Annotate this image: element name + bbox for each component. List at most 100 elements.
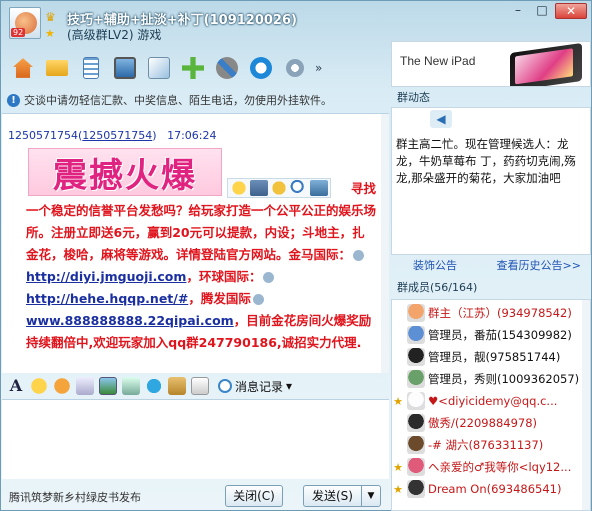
home-icon[interactable] xyxy=(9,54,37,82)
member-avatar[interactable] xyxy=(407,414,425,432)
app-icon[interactable] xyxy=(145,54,173,82)
message-input[interactable] xyxy=(2,399,389,479)
folder-icon[interactable] xyxy=(43,54,71,82)
chevron-down-icon: ▾ xyxy=(286,379,293,393)
input-toolbar: A 消息记录 ▾ xyxy=(3,375,389,397)
member-row[interactable]: 傲秀/(2209884978) xyxy=(392,412,582,434)
add-app-icon[interactable] xyxy=(179,54,207,82)
notice-links: 装饰公告 查看历史公告>> xyxy=(391,257,591,275)
ipad-ad-banner[interactable]: The New iPad xyxy=(391,41,591,87)
minimize-button[interactable]: – xyxy=(507,3,529,19)
dynamics-text: 群主高二忙。现在管理候选人：龙龙，牛奶草莓布 丁，药药切克闹,殇龙,那朵盛开的菊… xyxy=(396,137,576,185)
member-row[interactable]: 管理员，靓(975851744) xyxy=(392,346,582,368)
message-history-button[interactable]: 消息记录 ▾ xyxy=(218,378,292,395)
group-avatar[interactable]: 92 xyxy=(9,7,41,39)
member-avatar[interactable] xyxy=(407,326,425,344)
chat-scrollbar[interactable] xyxy=(381,114,389,373)
safety-notice: ! 交谈中请勿轻信汇款、中奖信息、陌生电话，勿使用外挂软件。 xyxy=(7,91,387,109)
info-icon: ! xyxy=(7,93,20,107)
shake-icon[interactable] xyxy=(76,377,94,395)
group-chat-window: 92 ♛ ★ 技巧+辅助+扯淡+补丁(109120026) (高级群LV2) 游… xyxy=(0,0,592,511)
message-body: 寻找 一个稳定的信誉平台发愁吗？给玩家打造一个公平公正的娱乐场所。注册立即送6元… xyxy=(26,181,376,354)
find-image-icon[interactable] xyxy=(290,180,308,196)
member-row[interactable]: ★ ヘ亲爱的♂我等你<lqy12... xyxy=(392,456,582,478)
member-scrollbar[interactable] xyxy=(582,300,590,510)
member-row[interactable]: ★ ♥<diyicidemy@qq.c... xyxy=(392,390,582,412)
image-icon[interactable] xyxy=(99,377,117,395)
window-controls: – □ ✕ xyxy=(507,3,587,19)
member-name: 管理员，靓(975851744) xyxy=(428,350,561,364)
gift-icon[interactable] xyxy=(168,377,186,395)
save-image-icon[interactable] xyxy=(250,180,268,196)
bottom-bar: 腾讯筑梦新乡村绿皮书发布 关闭(C) 发送(S) ▼ xyxy=(1,481,391,511)
document-icon[interactable] xyxy=(77,54,105,82)
link-icon xyxy=(353,250,365,261)
member-name: ♥<diyicidemy@qq.c... xyxy=(428,394,558,408)
banner-text: 震撼火爆 xyxy=(53,155,197,196)
member-name: Dream On(693486541) xyxy=(428,482,562,496)
member-avatar[interactable] xyxy=(407,480,425,498)
link-icon xyxy=(252,294,264,305)
edit-image-icon[interactable] xyxy=(270,180,288,196)
doodle-icon[interactable] xyxy=(191,377,209,395)
member-row[interactable]: 管理员，秀则(1009362057) xyxy=(392,368,582,390)
more-image-icon[interactable] xyxy=(310,180,328,196)
font-icon[interactable]: A xyxy=(7,377,25,395)
member-list[interactable]: 群主（江苏）(934978542) 管理员，番茄(154309982) 管理员，靓(… xyxy=(391,299,591,511)
message-image[interactable]: 震撼火爆 xyxy=(28,148,222,196)
member-row[interactable]: 管理员，番茄(154309982) xyxy=(392,324,582,346)
group-dynamics: ◀ 群主高二忙。现在管理候选人：龙龙，牛奶草莓布 丁，药药切克闹,殇龙,那朵盛开… xyxy=(391,107,591,255)
safety-notice-text: 交谈中请勿轻信汇款、中奖信息、陌生电话，勿使用外挂软件。 xyxy=(24,94,332,107)
crown-icon: ♛ xyxy=(45,10,56,24)
member-row[interactable]: ★ Dream On(693486541) xyxy=(392,478,582,500)
members-title: 群成员(56/164) xyxy=(397,281,478,294)
emoji-icon[interactable] xyxy=(30,377,48,395)
chat-toolbar: » xyxy=(5,51,385,85)
member-row[interactable]: 群主（江苏）(934978542) xyxy=(392,302,582,324)
news-ad-link[interactable]: 腾讯筑梦新乡村绿皮书发布 xyxy=(9,489,141,505)
screen-icon[interactable] xyxy=(111,54,139,82)
message-link-3[interactable]: www.888888888.22qipai.com xyxy=(26,313,234,328)
close-window-button[interactable]: ✕ xyxy=(555,3,587,19)
message-line1-tail: 寻找 xyxy=(351,181,377,196)
send-options-button[interactable]: ▼ xyxy=(361,485,381,507)
send-button[interactable]: 发送(S) xyxy=(303,485,361,507)
speaker-icon[interactable]: ◀ xyxy=(430,110,452,128)
sender-name: 1250571754 xyxy=(8,129,78,142)
member-avatar[interactable] xyxy=(407,370,425,388)
tools-icon[interactable] xyxy=(213,54,241,82)
magic-emoji-icon[interactable] xyxy=(53,377,71,395)
group-subtitle: (高级群LV2) 游戏 xyxy=(67,28,162,42)
sender-link[interactable]: 1250571754 xyxy=(82,129,152,142)
right-panel: The New iPad 群动态 ◀ 群主高二忙。现在管理候选人：龙龙，牛奶草莓… xyxy=(391,41,591,511)
toolbar-more-button[interactable]: » xyxy=(315,61,322,75)
member-avatar[interactable] xyxy=(407,304,425,322)
clock-icon xyxy=(218,379,232,393)
refresh-icon[interactable] xyxy=(247,54,275,82)
add-emoji-icon[interactable] xyxy=(230,180,248,196)
star-icon: ★ xyxy=(45,27,55,40)
close-button[interactable]: 关闭(C) xyxy=(225,485,283,507)
dynamics-title: 群动态 xyxy=(397,91,430,104)
message-link-1[interactable]: http://diyi.jmguoji.com xyxy=(26,269,186,284)
message-header: 1250571754(1250571754) 17:06:24 xyxy=(8,129,217,142)
member-name: 群主（江苏）(934978542) xyxy=(428,306,572,320)
screenshot-icon[interactable] xyxy=(122,377,140,395)
member-avatar[interactable] xyxy=(407,348,425,366)
link-icon xyxy=(263,272,275,283)
history-notice-link[interactable]: 查看历史公告>> xyxy=(497,259,581,272)
maximize-button[interactable]: □ xyxy=(531,3,553,19)
member-name: ヘ亲爱的♂我等你<lqy12... xyxy=(428,460,572,474)
member-badge-icon: ★ xyxy=(393,482,403,496)
member-avatar[interactable] xyxy=(407,458,425,476)
member-avatar[interactable] xyxy=(407,436,425,454)
message-text-3: ，腾发国际 xyxy=(188,291,251,306)
member-row[interactable]: -# 湖六(876331137) xyxy=(392,434,582,456)
chat-history-area[interactable]: 1250571754(1250571754) 17:06:24 震撼火爆 寻找 … xyxy=(2,113,389,373)
member-badge-icon: ★ xyxy=(393,394,403,408)
decor-notice-link[interactable]: 装饰公告 xyxy=(413,259,457,272)
message-link-2[interactable]: http://hehe.hqqp.net/# xyxy=(26,291,188,306)
member-avatar[interactable] xyxy=(407,392,425,410)
music-icon[interactable] xyxy=(145,377,163,395)
settings-icon[interactable] xyxy=(281,54,309,82)
